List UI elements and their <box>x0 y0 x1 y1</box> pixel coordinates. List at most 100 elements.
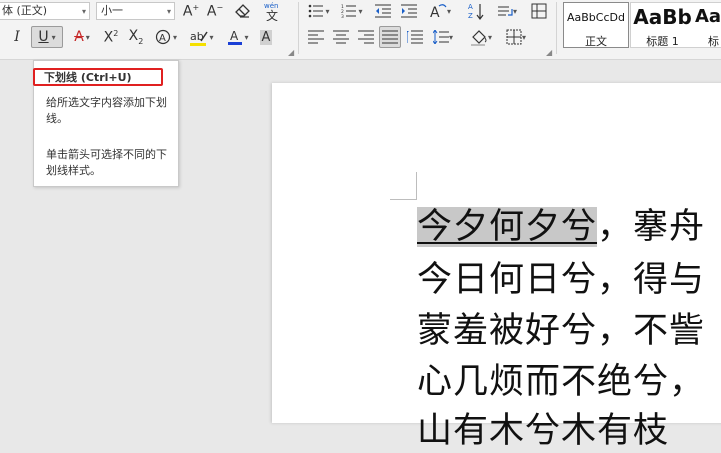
chevron-down-icon: ▾ <box>487 32 492 42</box>
underline-button[interactable]: U ▾ <box>31 26 63 48</box>
increase-indent-button[interactable] <box>399 1 419 21</box>
dialog-launcher-icon[interactable]: ◢ <box>546 48 552 57</box>
sort-button[interactable]: AZ <box>466 1 486 21</box>
line-spacing-button[interactable]: ▾ <box>430 27 456 47</box>
style-normal[interactable]: AaBbCcDd 正文 <box>563 2 629 48</box>
style-label: 标题 1 <box>646 35 679 48</box>
grow-font-button[interactable]: A+ <box>182 1 200 21</box>
style-heading-2[interactable]: Aa 标 <box>694 2 721 48</box>
character-shading-button[interactable]: A <box>257 27 275 47</box>
style-label: 标 <box>708 35 719 48</box>
dialog-launcher-icon[interactable]: ◢ <box>288 48 294 57</box>
line-spacing-icon <box>432 30 449 44</box>
document-line[interactable]: 山有木兮木有枝 <box>417 402 669 453</box>
font-name-select[interactable]: 体 (正文) ▾ <box>0 2 90 20</box>
align-justify-icon <box>382 30 398 44</box>
document-line[interactable]: 蒙羞被好兮，不訾 <box>417 302 705 353</box>
decrease-indent-button[interactable] <box>373 1 393 21</box>
clear-format-button[interactable] <box>233 1 253 21</box>
subscript-icon: X2 <box>128 28 144 46</box>
svg-text:文: 文 <box>266 8 278 21</box>
chevron-down-icon: ▾ <box>85 32 90 42</box>
align-right-icon <box>358 30 374 44</box>
shrink-font-button[interactable]: A− <box>206 1 224 21</box>
chevron-down-icon: ▾ <box>81 7 86 16</box>
document-line[interactable]: 今日何日兮，得与 <box>417 251 705 302</box>
tooltip-description: 给所选文字内容添加下划线。 <box>46 96 167 125</box>
chevron-down-icon: ▾ <box>325 6 330 16</box>
font-size-value: 小一 <box>101 4 123 17</box>
ribbon-toolbar: 体 (正文) ▾ 小一 ▾ A+ A− wén 文 I U ▾ A ▾ X2 X2… <box>0 0 721 60</box>
svg-text:Z: Z <box>468 12 473 20</box>
style-sample: Aa <box>695 6 721 27</box>
chevron-down-icon: ▾ <box>172 32 177 42</box>
underline-icon: U <box>38 29 49 45</box>
shrink-font-icon: A− <box>206 2 224 20</box>
align-center-button[interactable] <box>331 27 351 47</box>
svg-text:A: A <box>159 33 166 44</box>
line-text: ，搴舟 <box>597 207 706 247</box>
document-line[interactable]: 今夕何夕兮，搴舟 <box>417 198 705 249</box>
subscript-button[interactable]: X2 <box>126 27 146 47</box>
distribute-icon <box>407 30 423 44</box>
superscript-button[interactable]: X2 <box>101 27 121 47</box>
indent-icon <box>401 4 417 18</box>
outdent-icon <box>375 4 391 18</box>
phonetic-guide-icon: wén文 <box>264 2 278 21</box>
style-label: 正文 <box>585 35 607 48</box>
distributed-button[interactable] <box>405 27 425 47</box>
borders-icon <box>506 29 522 45</box>
shading-button[interactable]: ▾ <box>466 27 496 47</box>
group-separator <box>298 2 299 54</box>
bullets-button[interactable]: ▾ <box>306 1 332 21</box>
align-left-button[interactable] <box>306 27 326 47</box>
selected-text[interactable]: 今夕何夕兮 <box>417 207 598 247</box>
show-marks-button[interactable]: ▾ <box>494 1 520 21</box>
align-center-icon <box>333 30 349 44</box>
svg-text:A: A <box>430 5 440 20</box>
paragraph-mark-icon <box>497 6 513 16</box>
tooltip-title: 下划线 (Ctrl+U) <box>44 71 132 84</box>
font-name-value: 体 (正文) <box>2 4 48 17</box>
phonetic-guide-button[interactable]: wén 文 <box>261 1 285 21</box>
numbered-list-icon: 123 <box>341 4 357 18</box>
change-case-button[interactable]: A ▾ <box>427 1 453 21</box>
layout-grid-icon <box>531 3 547 19</box>
change-case-icon: A <box>430 4 447 20</box>
font-size-select[interactable]: 小一 ▾ <box>96 2 175 20</box>
svg-text:3: 3 <box>341 14 344 18</box>
chevron-down-icon: ▾ <box>512 6 517 16</box>
chevron-down-icon: ▾ <box>51 32 56 42</box>
margin-corner-mark <box>416 172 417 200</box>
table-layout-button[interactable] <box>529 1 549 21</box>
font-color-button[interactable]: A ▾ <box>223 27 253 47</box>
chevron-down-icon: ▾ <box>521 32 526 42</box>
chevron-down-icon: ▾ <box>358 6 363 16</box>
style-sample: AaBb <box>633 5 692 29</box>
numbering-button[interactable]: 123 ▾ <box>339 1 365 21</box>
align-left-icon <box>308 30 324 44</box>
highlight-button[interactable]: ab ▾ <box>187 27 217 47</box>
chevron-down-icon: ▾ <box>244 32 249 42</box>
italic-button[interactable]: I <box>8 27 26 47</box>
tooltip-hint: 单击箭头可选择不同的下划线样式。 <box>46 148 167 177</box>
eraser-icon <box>235 4 250 18</box>
margin-corner-mark <box>390 199 417 200</box>
superscript-icon: X2 <box>103 28 119 46</box>
style-heading-1[interactable]: AaBb 标题 1 <box>630 2 694 48</box>
italic-icon: I <box>14 29 20 45</box>
strikethrough-button[interactable]: A ▾ <box>68 27 96 47</box>
sort-az-icon: AZ <box>468 3 484 20</box>
text-effect-icon: A <box>155 29 171 45</box>
chevron-down-icon: ▾ <box>209 32 214 42</box>
svg-text:A: A <box>230 29 239 43</box>
align-right-button[interactable] <box>356 27 376 47</box>
style-sample: AaBbCcDd <box>567 11 625 24</box>
font-color-icon: A <box>228 29 243 45</box>
chevron-down-icon: ▾ <box>446 6 451 16</box>
document-line[interactable]: 心几烦而不绝兮， <box>417 353 705 404</box>
strikethrough-icon: A <box>74 29 84 45</box>
text-effect-button[interactable]: A ▾ <box>153 27 179 47</box>
justify-button[interactable] <box>379 26 401 48</box>
borders-button[interactable]: ▾ <box>502 27 530 47</box>
